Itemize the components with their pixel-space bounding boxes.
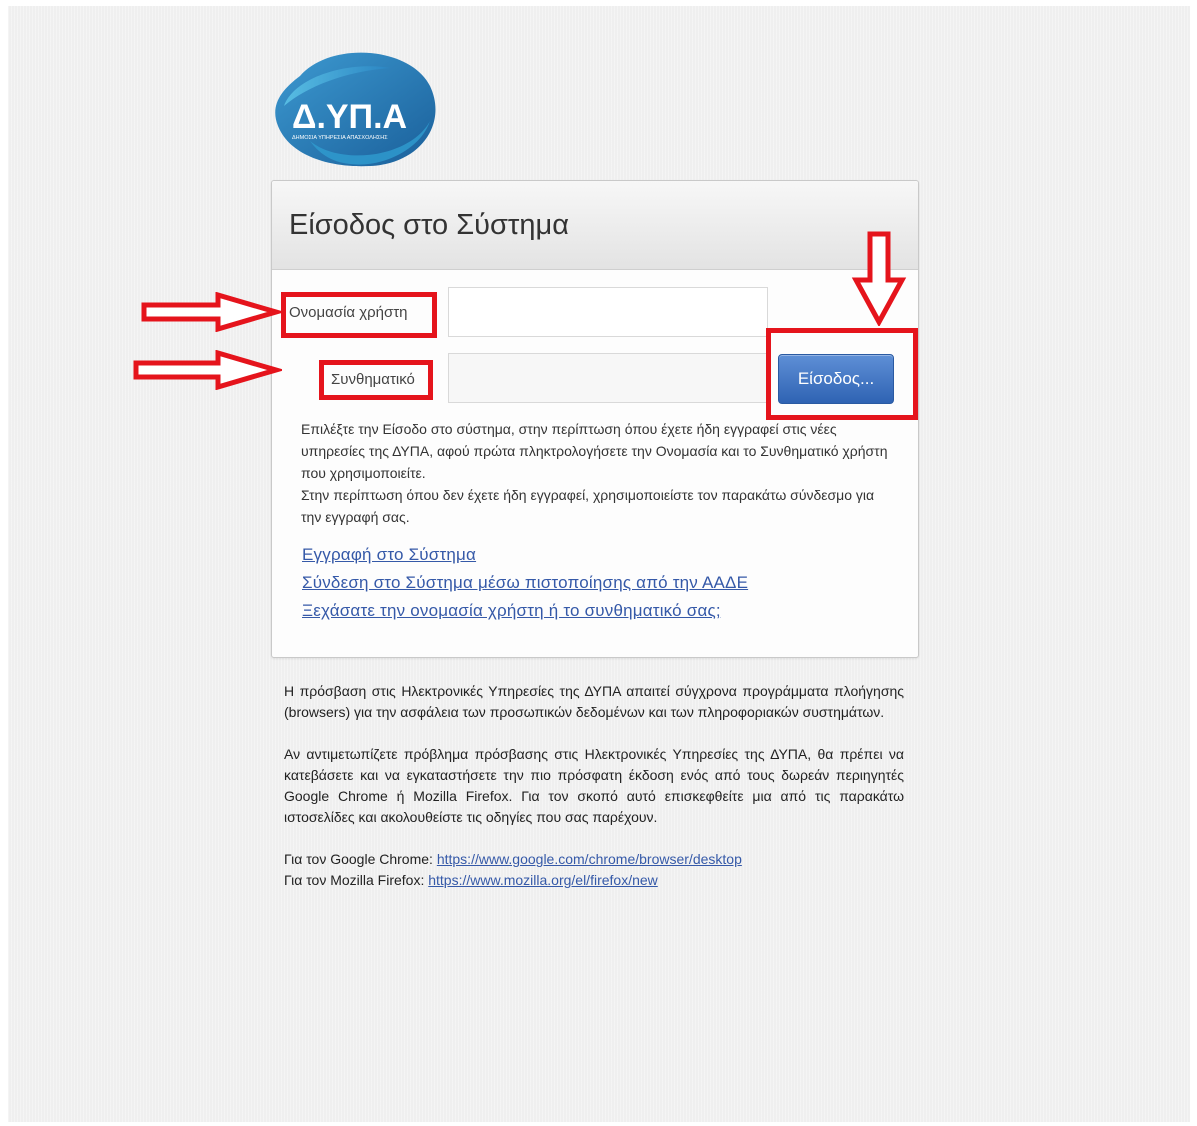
chrome-download-link[interactable]: https://www.google.com/chrome/browser/de…	[437, 851, 742, 867]
firefox-download-link[interactable]: https://www.mozilla.org/el/firefox/new	[428, 872, 658, 888]
password-highlight-box	[319, 360, 433, 400]
login-title: Είσοδος στο Σύστημα	[289, 209, 569, 241]
username-highlight-box	[281, 292, 437, 338]
browser-info: Η πρόσβαση στις Ηλεκτρονικές Υπηρεσίες τ…	[284, 681, 904, 891]
firefox-line: Για τον Mozilla Firefox: https://www.moz…	[284, 870, 904, 891]
right-arrow-icon	[133, 350, 282, 390]
logo-text: Δ.ΥΠ.Α	[292, 98, 407, 136]
login-button-highlight-box	[766, 328, 918, 420]
register-link[interactable]: Εγγραφή στο Σύστημα	[302, 541, 748, 569]
aade-login-link[interactable]: Σύνδεση στο Σύστημα μέσω πιστοποίησης απ…	[302, 569, 748, 597]
chrome-line: Για τον Google Chrome: https://www.googl…	[284, 849, 904, 870]
login-header: Είσοδος στο Σύστημα	[272, 181, 918, 270]
page-background: Δ.ΥΠ.Α ΔΗΜΟΣΙΑ ΥΠΗΡΕΣΙΑ ΑΠΑΣΧΟΛΗΣΗΣ Είσο…	[8, 6, 1190, 1122]
info-paragraph-1: Η πρόσβαση στις Ηλεκτρονικές Υπηρεσίες τ…	[284, 683, 904, 720]
forgot-credentials-link[interactable]: Ξεχάσατε την ονομασία χρήστη ή το συνθημ…	[302, 597, 748, 625]
right-arrow-icon	[141, 292, 282, 332]
down-arrow-icon	[851, 231, 907, 326]
help-line-2: Στην περίπτωση όπου δεν έχετε ήδη εγγραφ…	[301, 487, 875, 525]
info-paragraph-2: Αν αντιμετωπίζετε πρόβλημα πρόσβασης στι…	[284, 746, 904, 825]
dypa-logo: Δ.ΥΠ.Α ΔΗΜΟΣΙΑ ΥΠΗΡΕΣΙΑ ΑΠΑΣΧΟΛΗΣΗΣ	[275, 52, 436, 167]
chrome-prefix: Για τον Google Chrome:	[284, 851, 437, 867]
logo-subtitle: ΔΗΜΟΣΙΑ ΥΠΗΡΕΣΙΑ ΑΠΑΣΧΟΛΗΣΗΣ	[292, 135, 388, 141]
browser-links: Για τον Google Chrome: https://www.googl…	[284, 849, 904, 891]
login-help-text: Επιλέξτε την Είσοδο στο σύστημα, στην πε…	[301, 418, 891, 528]
login-links: Εγγραφή στο Σύστημα Σύνδεση στο Σύστημα …	[302, 541, 748, 625]
help-line-1: Επιλέξτε την Είσοδο στο σύστημα, στην πε…	[301, 421, 888, 481]
password-input[interactable]	[448, 353, 768, 403]
firefox-prefix: Για τον Mozilla Firefox:	[284, 872, 429, 888]
username-input[interactable]	[448, 287, 768, 337]
